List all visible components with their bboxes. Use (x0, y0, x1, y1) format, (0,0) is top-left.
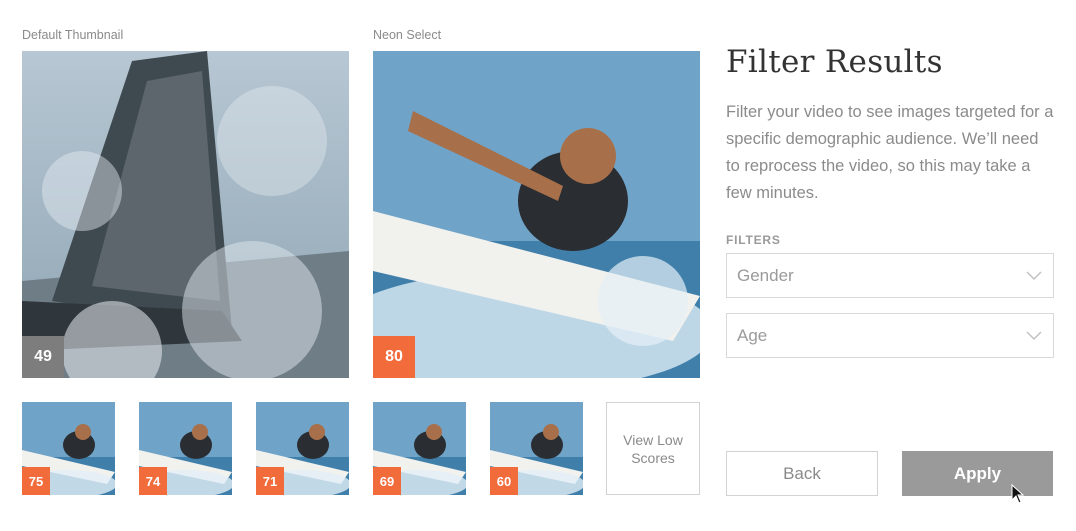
view-low-scores-label: View Low Scores (623, 431, 683, 466)
thumbnail-item[interactable]: 75 (22, 402, 115, 495)
thumbnail-item[interactable]: 74 (139, 402, 232, 495)
default-thumbnail-caption: Default Thumbnail (22, 28, 124, 42)
age-select-value: Age (737, 326, 768, 345)
chevron-down-icon (1026, 271, 1042, 281)
gender-select-value: Gender (737, 266, 794, 285)
thumbnail-score-badge: 60 (490, 467, 518, 495)
panel-description: Filter your video to see images targeted… (726, 103, 1054, 202)
thumbnail-item[interactable]: 71 (256, 402, 349, 495)
neon-select-image[interactable]: 80 (373, 51, 700, 378)
apply-button[interactable]: Apply (902, 451, 1053, 496)
back-button[interactable]: Back (726, 451, 878, 496)
thumbnail-item[interactable]: 69 (373, 402, 466, 495)
mouse-cursor-icon (1011, 484, 1025, 504)
view-low-scores-button[interactable]: View Low Scores (606, 402, 700, 495)
chevron-down-icon (1026, 331, 1042, 341)
filters-label: FILTERS (726, 233, 781, 247)
age-select[interactable]: Age (726, 313, 1054, 358)
thumbnail-score-badge: 71 (256, 467, 284, 495)
sailboat-illustration (22, 51, 349, 378)
surfer-illustration (373, 51, 700, 378)
neon-select-caption: Neon Select (373, 28, 442, 42)
thumbnail-score-badge: 74 (139, 467, 167, 495)
default-thumbnail-image[interactable]: 49 (22, 51, 349, 378)
gender-select[interactable]: Gender (726, 253, 1054, 298)
back-button-label: Back (783, 463, 821, 483)
panel-title: Filter Results (726, 44, 943, 80)
neon-score-badge: 80 (373, 336, 415, 378)
apply-button-label: Apply (953, 463, 1002, 483)
thumbnail-item[interactable]: 60 (490, 402, 583, 495)
default-score-badge: 49 (22, 336, 64, 378)
thumbnail-score-badge: 69 (373, 467, 401, 495)
thumbnail-score-badge: 75 (22, 467, 50, 495)
